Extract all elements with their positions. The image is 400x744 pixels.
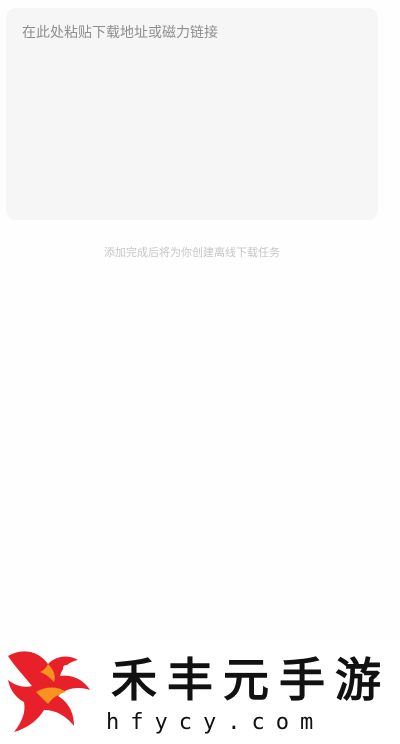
brand-name: 禾 丰 元 手 游 [108, 654, 384, 706]
brand-char: 元 [223, 653, 269, 707]
link-input-box[interactable] [6, 8, 378, 220]
brand-char: 手 [279, 653, 325, 707]
page: 添加完成后将为你创建离线下载任务 禾 丰 元 手 游 hfycy.com [0, 0, 400, 744]
brand-char: 游 [335, 653, 381, 707]
dragon-logo-icon [8, 651, 90, 732]
brand-char: 丰 [167, 653, 213, 707]
watermark: 禾 丰 元 手 游 hfycy.com [0, 640, 400, 744]
download-link-input[interactable] [6, 8, 378, 220]
brand-char: 禾 [111, 653, 157, 707]
hint-text: 添加完成后将为你创建离线下载任务 [104, 246, 280, 259]
brand-domain: hfycy.com [106, 710, 325, 735]
